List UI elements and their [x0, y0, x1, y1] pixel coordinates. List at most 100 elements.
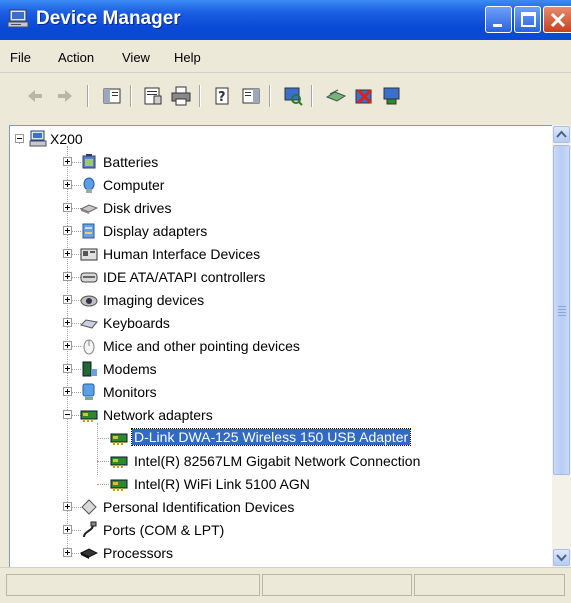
selected-device-label: D-Link DWA-125 Wireless 150 USB Adapter	[130, 428, 412, 446]
tree-category[interactable]: Modems	[10, 358, 550, 381]
show-hide-action-pane-icon[interactable]	[240, 85, 262, 107]
tree-category-label: Modems	[103, 361, 157, 377]
monitor-icon	[82, 383, 95, 400]
chevron-down-icon	[556, 554, 567, 562]
tree-category[interactable]: Human Interface Devices	[10, 243, 550, 266]
expand-toggle[interactable]	[63, 295, 72, 304]
tree-category[interactable]: Personal Identification Devices	[10, 496, 550, 519]
expand-toggle[interactable]	[63, 341, 72, 350]
expand-toggle[interactable]	[63, 226, 72, 235]
expand-toggle[interactable]	[63, 502, 72, 511]
expand-toggle[interactable]	[63, 387, 72, 396]
tree-category[interactable]: Disk drives	[10, 197, 550, 220]
close-button[interactable]	[543, 6, 571, 33]
maximize-button[interactable]	[514, 6, 541, 33]
toolbar-separator	[311, 85, 313, 107]
network-card-icon	[110, 479, 128, 491]
menu-file[interactable]: File	[10, 50, 31, 65]
tree-category[interactable]: Network adapters	[10, 404, 550, 427]
disk-drive-icon	[80, 204, 98, 214]
tree-device-label: Intel(R) WiFi Link 5100 AGN	[134, 476, 310, 492]
minimize-icon	[493, 24, 502, 27]
tree-root-label: X200	[50, 131, 83, 147]
close-icon	[550, 12, 566, 28]
tree-category[interactable]: Ports (COM & LPT)	[10, 519, 550, 542]
network-adapter-icon	[80, 410, 98, 422]
hid-icon	[80, 248, 98, 261]
tree-category-label: Personal Identification Devices	[103, 499, 295, 515]
client-area: X200 Batteries Computer Disk drives Display…	[0, 117, 571, 568]
computer-root-icon	[29, 130, 47, 147]
tree-category-label: Imaging devices	[103, 292, 205, 308]
collapse-toggle[interactable]	[63, 410, 72, 419]
thumb-grip	[558, 306, 566, 307]
tree-category[interactable]: IDE ATA/ATAPI controllers	[10, 266, 550, 289]
network-card-icon	[110, 433, 128, 445]
toolbar-separator	[199, 85, 201, 107]
tree-category[interactable]: Processors	[10, 542, 550, 565]
chevron-up-icon	[556, 130, 567, 138]
tree-category-label: Human Interface Devices	[103, 246, 261, 262]
menu-help[interactable]: Help	[174, 50, 201, 65]
svg-text:?: ?	[218, 90, 226, 105]
menu-action[interactable]: Action	[58, 50, 94, 65]
tree-connector	[97, 484, 109, 485]
expand-toggle[interactable]	[63, 318, 72, 327]
back-icon[interactable]	[24, 85, 46, 107]
scroll-thumb[interactable]	[553, 145, 570, 475]
tree-category[interactable]: Keyboards	[10, 312, 550, 335]
scroll-down-button[interactable]	[553, 549, 570, 566]
thumb-grip	[558, 315, 566, 316]
properties-icon[interactable]	[142, 85, 164, 107]
expand-toggle[interactable]	[63, 157, 72, 166]
scan-hardware-icon[interactable]	[282, 85, 304, 107]
toolbar-separator	[130, 85, 132, 107]
keyboard-icon	[80, 319, 98, 329]
tree-root[interactable]: X200	[10, 128, 310, 151]
expand-toggle[interactable]	[63, 364, 72, 373]
expand-toggle[interactable]	[63, 249, 72, 258]
expand-toggle[interactable]	[63, 548, 72, 557]
tree-category-label: Mice and other pointing devices	[103, 338, 300, 354]
uninstall-icon[interactable]	[353, 85, 375, 107]
tree-device[interactable]: Intel(R) 82567LM Gigabit Network Connect…	[10, 450, 550, 473]
collapse-toggle[interactable]	[15, 134, 24, 143]
tree-category-label: IDE ATA/ATAPI controllers	[103, 269, 266, 285]
expand-toggle[interactable]	[63, 525, 72, 534]
tree-category-label: Computer	[103, 177, 165, 193]
expand-toggle[interactable]	[63, 180, 72, 189]
update-driver-icon[interactable]	[325, 85, 347, 107]
network-card-icon	[110, 456, 128, 468]
tree-category[interactable]: Computer	[10, 174, 550, 197]
enable-device-icon[interactable]	[381, 85, 403, 107]
tree-category[interactable]: Display adapters	[10, 220, 550, 243]
tree-connector	[97, 438, 109, 439]
tree-device[interactable]: D-Link DWA-125 Wireless 150 USB Adapter	[10, 427, 550, 450]
tree-category[interactable]: Monitors	[10, 381, 550, 404]
expand-toggle[interactable]	[63, 272, 72, 281]
forward-icon[interactable]	[54, 85, 76, 107]
maximize-icon	[521, 12, 536, 27]
scroll-up-button[interactable]	[553, 126, 570, 143]
print-icon[interactable]	[170, 85, 192, 107]
tree-category[interactable]: Mice and other pointing devices	[10, 335, 550, 358]
tree-device[interactable]: Intel(R) WiFi Link 5100 AGN	[10, 473, 550, 496]
camera-icon	[80, 295, 98, 307]
title-bar[interactable]: Device Manager	[0, 0, 571, 40]
device-manager-app-icon	[8, 9, 29, 28]
help-icon[interactable]: ?	[212, 85, 234, 107]
tree-category[interactable]: Imaging devices	[10, 289, 550, 312]
processor-icon	[80, 548, 98, 559]
tree-category-label: Processors	[103, 545, 174, 561]
display-adapter-icon	[82, 223, 95, 239]
expand-toggle[interactable]	[63, 203, 72, 212]
menu-view[interactable]: View	[122, 50, 150, 65]
vertical-scrollbar[interactable]	[552, 125, 571, 567]
show-hide-console-tree-icon[interactable]	[101, 85, 123, 107]
port-icon	[83, 521, 97, 538]
tree-category[interactable]: Batteries	[10, 151, 550, 174]
minimize-button[interactable]	[485, 6, 512, 33]
tree-category-label: Batteries	[103, 154, 159, 170]
tree-category-label: Keyboards	[103, 315, 170, 331]
menu-bar: File Action View Help	[0, 40, 571, 73]
